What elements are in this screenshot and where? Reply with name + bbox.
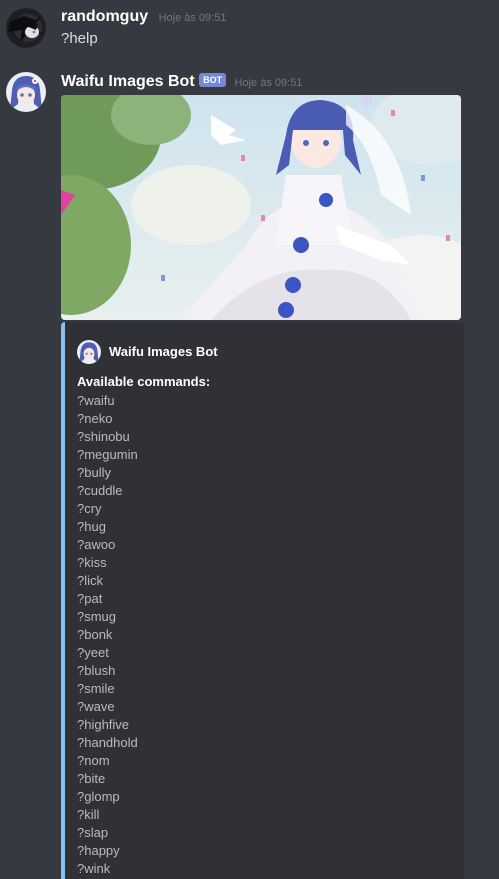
command-item: ?bully bbox=[77, 465, 111, 480]
command-item: ?wave bbox=[77, 699, 115, 714]
command-item: ?smile bbox=[77, 681, 115, 696]
command-item: ?shinobu bbox=[77, 429, 130, 444]
username[interactable]: Waifu Images Bot bbox=[61, 73, 195, 90]
blue-haired-anime-avatar-icon bbox=[77, 340, 101, 364]
command-item: ?bonk bbox=[77, 627, 113, 642]
command-item: ?pat bbox=[77, 591, 103, 606]
command-item: ?cry bbox=[77, 501, 102, 516]
chat-messages: randomguy Hoje às 09:51 ?help Waifu Imag… bbox=[0, 0, 499, 879]
command-item: ?bite bbox=[77, 771, 106, 786]
message-timestamp: Hoje às 09:51 bbox=[158, 12, 227, 24]
bot-header: Waifu Images Bot BOT Hoje às 09:51 bbox=[61, 73, 302, 91]
command-item: ?kill bbox=[77, 807, 100, 822]
command-item: ?happy bbox=[77, 843, 120, 858]
command-item: ?yeet bbox=[77, 645, 109, 660]
command-item: ?smug bbox=[77, 609, 117, 624]
command-item: ?cuddle bbox=[77, 483, 123, 498]
anime-bride-image-icon bbox=[61, 95, 461, 320]
command-item: ?highfive bbox=[77, 717, 130, 732]
command-item: ?slap bbox=[77, 825, 109, 840]
dark-haired-avatar-icon bbox=[6, 8, 46, 48]
command-item: ?handhold bbox=[77, 735, 138, 750]
randomguy-avatar[interactable] bbox=[6, 8, 46, 48]
command-list: ?waifu ?neko ?shinobu ?megumin ?bully ?c… bbox=[77, 392, 138, 878]
message-randomguy: randomguy Hoje às 09:51 ?help bbox=[0, 0, 499, 60]
bot-avatar[interactable] bbox=[6, 72, 46, 112]
command-item: ?waifu bbox=[77, 393, 115, 408]
embed-author-name: Waifu Images Bot bbox=[109, 344, 218, 359]
blue-haired-anime-avatar-icon bbox=[6, 72, 46, 112]
command-item: ?awoo bbox=[77, 537, 116, 552]
command-item: ?wink bbox=[77, 861, 111, 876]
message-timestamp: Hoje às 09:51 bbox=[234, 77, 303, 89]
help-embed: Waifu Images Bot Available commands: ?wa… bbox=[61, 322, 464, 879]
embed-author-avatar bbox=[77, 340, 101, 364]
command-item: ?glomp bbox=[77, 789, 120, 804]
username[interactable]: randomguy bbox=[61, 8, 148, 25]
command-item: ?blush bbox=[77, 663, 116, 678]
command-item: ?kiss bbox=[77, 555, 107, 570]
image-attachment[interactable] bbox=[61, 95, 461, 320]
bot-badge: BOT bbox=[199, 73, 227, 87]
command-item: ?nom bbox=[77, 753, 110, 768]
message-text: ?help bbox=[61, 30, 98, 47]
command-item: ?hug bbox=[77, 519, 106, 534]
embed-field-title: Available commands: bbox=[77, 374, 211, 389]
command-item: ?neko bbox=[77, 411, 113, 426]
command-item: ?megumin bbox=[77, 447, 138, 462]
randomguy-header: randomguy Hoje às 09:51 bbox=[61, 8, 226, 26]
command-item: ?lick bbox=[77, 573, 104, 588]
